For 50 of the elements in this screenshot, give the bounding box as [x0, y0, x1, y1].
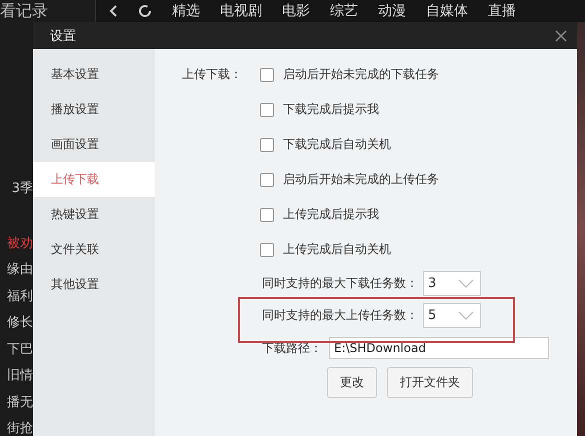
close-icon[interactable] [555, 30, 567, 42]
checkbox[interactable] [260, 68, 274, 82]
watch-history-label[interactable]: 看记录 [0, 0, 95, 22]
settings-nav-item[interactable]: 画面设置 [33, 127, 155, 162]
field-label: 下载路径： [262, 340, 322, 356]
video-title[interactable]: 修长 [7, 310, 33, 336]
checkbox-label[interactable]: 启动后开始未完成的上传任务 [283, 171, 439, 188]
checkbox-label[interactable]: 启动后开始未完成的下载任务 [283, 66, 439, 83]
nav-tab[interactable]: 电视剧 [220, 1, 262, 21]
checkbox[interactable] [260, 102, 274, 116]
checkbox[interactable] [260, 242, 274, 256]
video-title[interactable]: 被劝 [7, 230, 33, 257]
nav-tab[interactable]: 自媒体 [426, 1, 468, 21]
video-title[interactable]: 播无 [7, 390, 33, 416]
nav-tab[interactable]: 电影 [282, 1, 310, 21]
video-title[interactable]: 旧情 [7, 363, 33, 390]
checkbox-label[interactable]: 上传完成后提示我 [283, 206, 379, 223]
dialog-button[interactable]: 更改 [327, 367, 377, 398]
field-label: 同时支持的最大上传任务数： [262, 306, 419, 324]
checkbox[interactable] [260, 208, 274, 222]
chevron-down-icon [458, 278, 474, 288]
checkbox-label[interactable]: 下载完成后自动关机 [283, 136, 391, 153]
number-dropdown[interactable]: 3 [423, 270, 481, 296]
settings-nav-item[interactable]: 文件关联 [33, 232, 155, 267]
settings-nav-item[interactable]: 上传下载 [33, 162, 155, 197]
settings-nav-item[interactable]: 其他设置 [33, 267, 155, 302]
checkbox-label[interactable]: 下载完成后提示我 [283, 101, 379, 118]
nav-tab[interactable]: 综艺 [330, 1, 358, 21]
section-label: 上传下载： [182, 66, 243, 83]
video-title[interactable]: 福利 [7, 284, 33, 310]
number-dropdown[interactable]: 5 [423, 302, 481, 328]
settings-nav-item[interactable]: 基本设置 [33, 57, 155, 92]
video-title[interactable]: 街抢 [7, 416, 33, 436]
chevron-down-icon [458, 310, 474, 320]
field-label: 同时支持的最大下载任务数： [262, 274, 419, 292]
download-path-field[interactable]: E:\SHDownload [329, 337, 549, 359]
settings-nav-item[interactable]: 热键设置 [33, 197, 155, 232]
checkbox-label[interactable]: 上传完成后自动关机 [283, 241, 391, 258]
refresh-icon[interactable] [138, 4, 152, 18]
nav-tab[interactable]: 精选 [172, 1, 200, 21]
settings-nav-item[interactable]: 播放设置 [33, 92, 155, 127]
nav-tab[interactable]: 动漫 [378, 1, 406, 21]
video-title[interactable]: 下巴 [7, 336, 33, 363]
dialog-title: 设置 [50, 28, 76, 44]
video-title[interactable]: 3季 [12, 176, 33, 202]
dialog-button[interactable]: 打开文件夹 [387, 367, 473, 398]
video-title[interactable]: 缘由 [7, 257, 33, 284]
nav-tab[interactable]: 直播 [488, 1, 516, 21]
checkbox[interactable] [260, 172, 274, 186]
checkbox[interactable] [260, 138, 274, 152]
